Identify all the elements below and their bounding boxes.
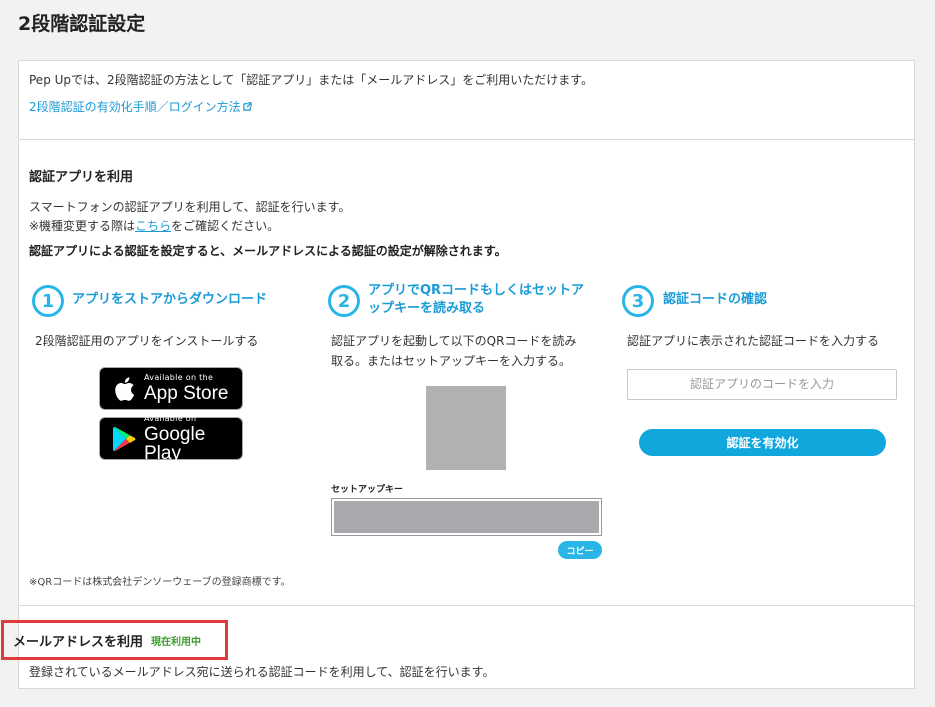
step-1-title: アプリをストアからダウンロード [72,292,268,307]
step-2-desc: 認証アプリを起動して以下のQRコードを読み 取る。またはセットアップキーを入力す… [331,331,576,371]
google-play-icon [113,426,136,451]
apple-icon [115,376,135,401]
setup-guide-link-label: 2段階認証の有効化手順／ログイン方法 [29,100,241,114]
setup-guide-link[interactable]: 2段階認証の有効化手順／ログイン方法 [29,98,252,115]
step-2-number: 2 [328,285,360,317]
email-section-desc: 登録されているメールアドレス宛に送られる認証コードを利用して、認証を行います。 [29,665,495,679]
step-2-desc-line2: 取る。またはセットアップキーを入力する。 [331,354,572,368]
status-badge: 現在利用中 [151,636,202,648]
app-store-big-text: App Store [144,383,229,404]
step-2-title: アプリでQRコードもしくはセットア ップキーを読み取る [368,282,584,318]
divider [19,605,914,606]
app-store-button[interactable]: Available on the App Store [99,367,243,410]
step-1-number: 1 [32,285,64,317]
app-store-small-text: Available on the [144,373,214,382]
divider [19,139,914,140]
activate-button[interactable]: 認証を有効化 [639,429,886,456]
google-play-big-text: Google Play [144,423,206,464]
page-title: 2段階認証設定 [18,13,146,35]
setup-key-label: セットアップキー [331,485,404,495]
setup-key-value-redacted [334,501,599,533]
email-section-highlight: メールアドレスを利用 現在利用中 [1,620,228,660]
qr-code [426,386,506,470]
intro-section: Pep Upでは、2段階認証の方法として「認証アプリ」または「メールアドレス」を… [29,71,899,114]
line2-prefix: ※機種変更する際は [29,219,136,233]
step-2-title-line1: アプリでQRコードもしくはセットア [368,283,585,298]
app-section-warning: 認証アプリによる認証を設定すると、メールアドレスによる認証の設定が解除されます。 [29,244,507,258]
copy-button[interactable]: コピー [558,541,602,559]
step-3-number: 3 [622,285,654,317]
email-section-title: メールアドレスを利用 [13,634,144,650]
google-play-small-text: Available on [144,413,197,423]
intro-text: Pep Upでは、2段階認証の方法として「認証アプリ」または「メールアドレス」を… [29,73,594,87]
device-change-link[interactable]: こちら [135,219,171,233]
step-2-title-line2: ップキーを読み取る [368,301,486,316]
setup-key-field[interactable] [331,498,602,536]
google-play-button[interactable]: Available on Google Play [99,413,243,464]
step-3-title: 認証コードの確認 [663,292,768,307]
auth-code-input[interactable]: 認証アプリのコードを入力 [627,369,897,400]
two-factor-card: Pep Upでは、2段階認証の方法として「認証アプリ」または「メールアドレス」を… [1,60,915,689]
app-section-title: 認証アプリを利用 [29,170,134,185]
external-link-icon [242,102,252,111]
line2-suffix: をご確認ください。 [171,219,280,233]
app-section-line1: スマートフォンの認証アプリを利用して、認証を行います。 [29,200,351,214]
step-3-desc: 認証アプリに表示された認証コードを入力する [627,334,880,348]
qr-trademark-footnote: ※QRコードは株式会社デンソーウェーブの登録商標です。 [29,577,291,588]
app-section-line2: ※機種変更する際はこちらをご確認ください。 [29,217,279,234]
step-1-desc: 2段階認証用のアプリをインストールする [35,334,259,348]
step-2-desc-line1: 認証アプリを起動して以下のQRコードを読み [331,334,577,348]
